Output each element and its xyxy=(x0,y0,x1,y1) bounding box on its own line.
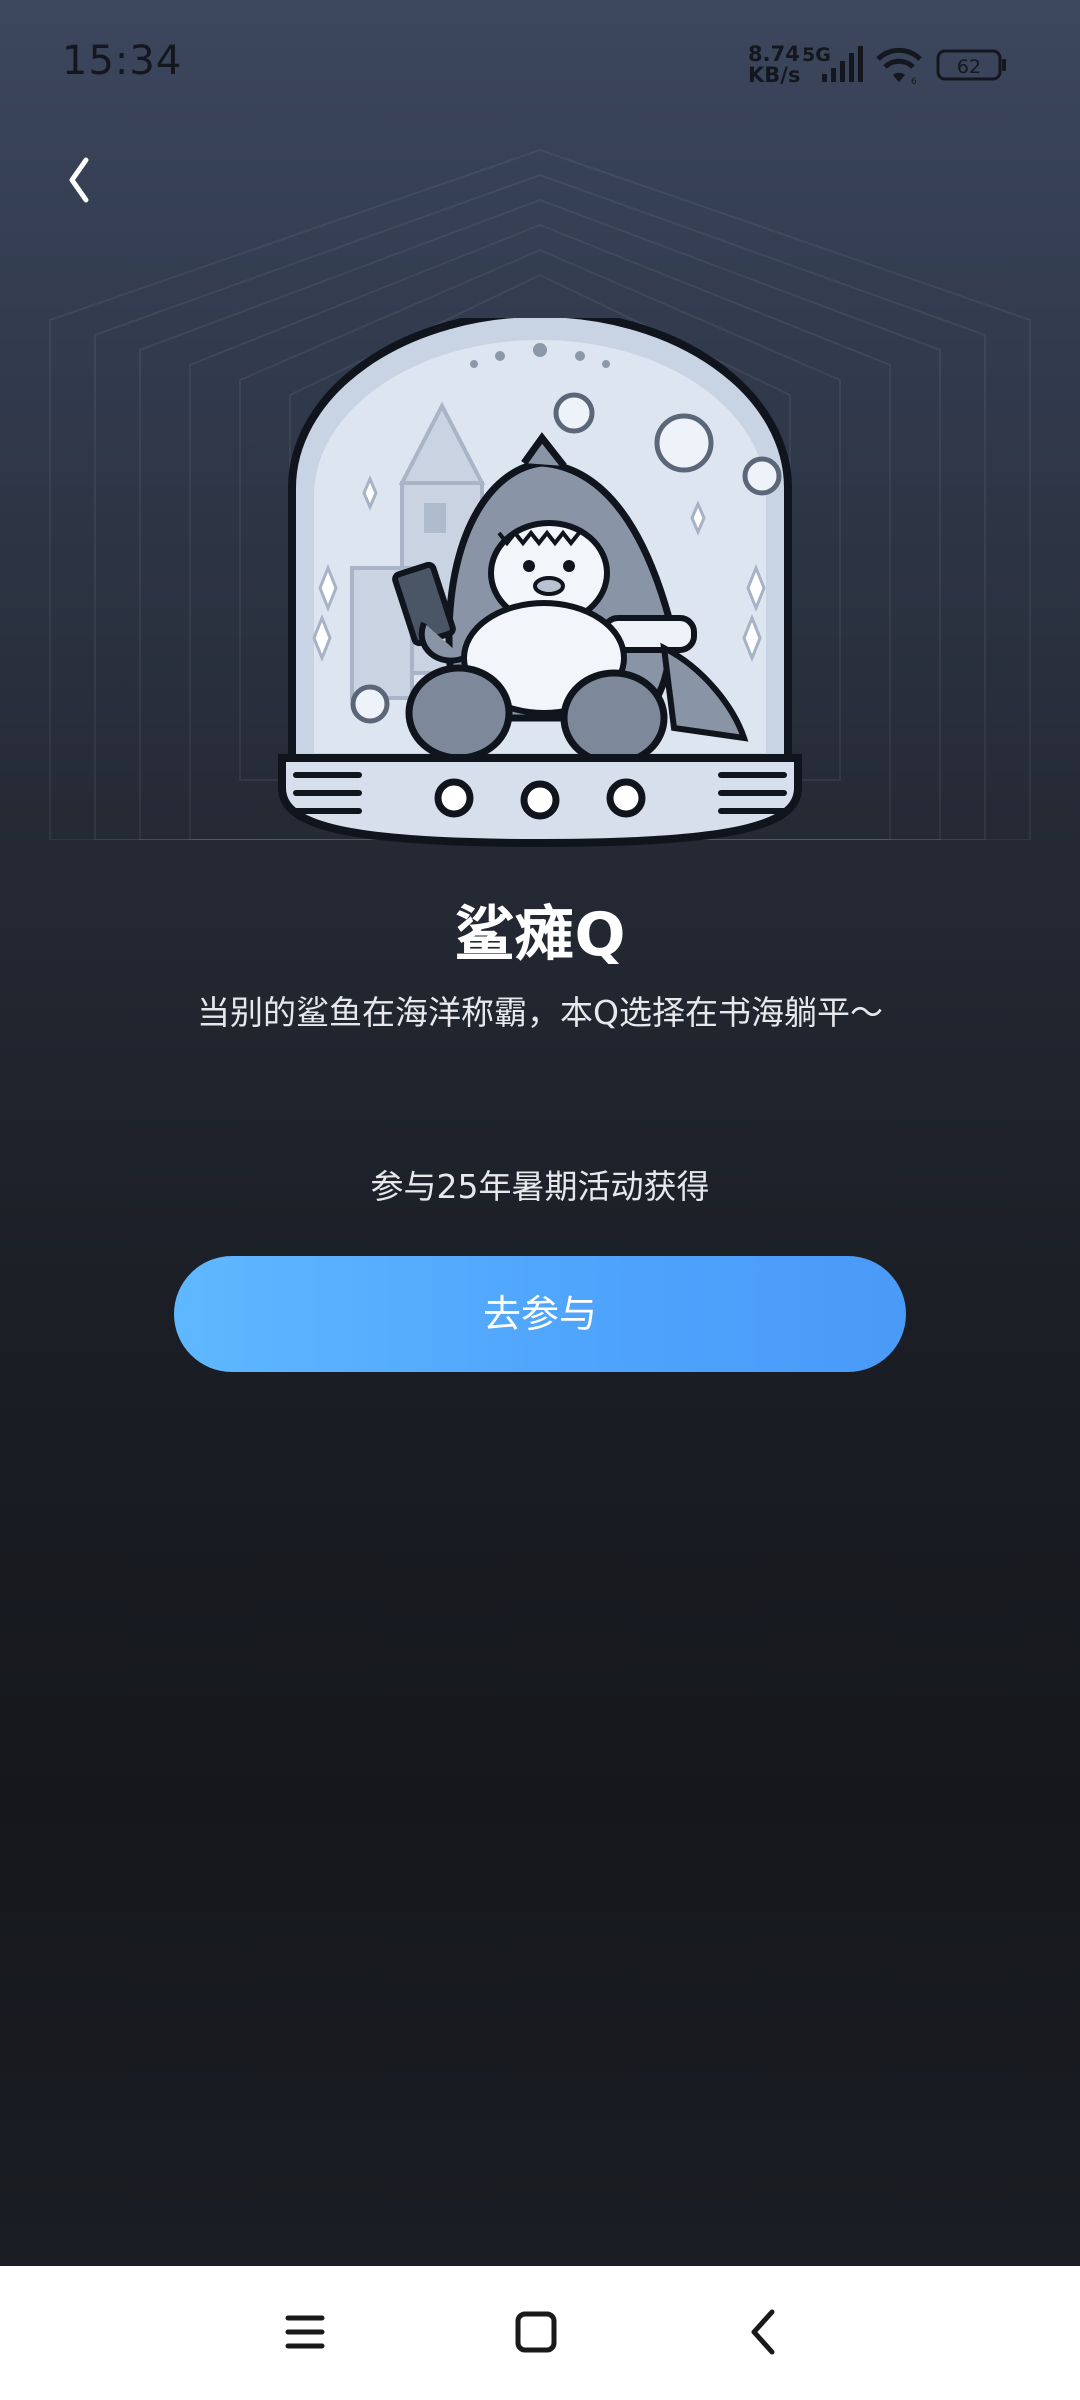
badge-description: 当别的鲨鱼在海洋称霸，本Q选择在书海躺平～ xyxy=(197,993,883,1032)
battery-level: 62 xyxy=(957,56,981,78)
cell-signal-icon xyxy=(822,46,863,82)
menu-icon[interactable] xyxy=(270,2298,340,2368)
system-nav-bar xyxy=(0,2266,1080,2400)
badge-obtain-condition: 参与25年暑期活动获得 xyxy=(370,1167,710,1206)
status-time: 15:34 xyxy=(62,38,183,84)
wifi-icon: 6 xyxy=(876,47,922,86)
snow-globe-badge-image xyxy=(278,318,802,848)
status-bar: 15:34 8.74 KB/s 5G 6 62 xyxy=(0,0,1080,130)
back-triangle-icon[interactable] xyxy=(730,2298,800,2368)
network-speed-unit: KB/s xyxy=(748,63,801,87)
network-speed-value: 8.74 xyxy=(748,42,800,66)
network-speed: 8.74 KB/s xyxy=(748,44,808,86)
svg-text:6: 6 xyxy=(911,77,917,86)
battery-icon: 62 xyxy=(936,49,1006,81)
home-square-icon[interactable] xyxy=(500,2298,570,2368)
badge-detail-screen: 15:34 8.74 KB/s 5G 6 62 鲨瘫Q 当别的鲨鱼在海洋称霸，本… xyxy=(0,0,1080,2400)
badge-title: 鲨瘫Q xyxy=(454,900,626,970)
join-activity-button[interactable]: 去参与 xyxy=(174,1256,906,1372)
